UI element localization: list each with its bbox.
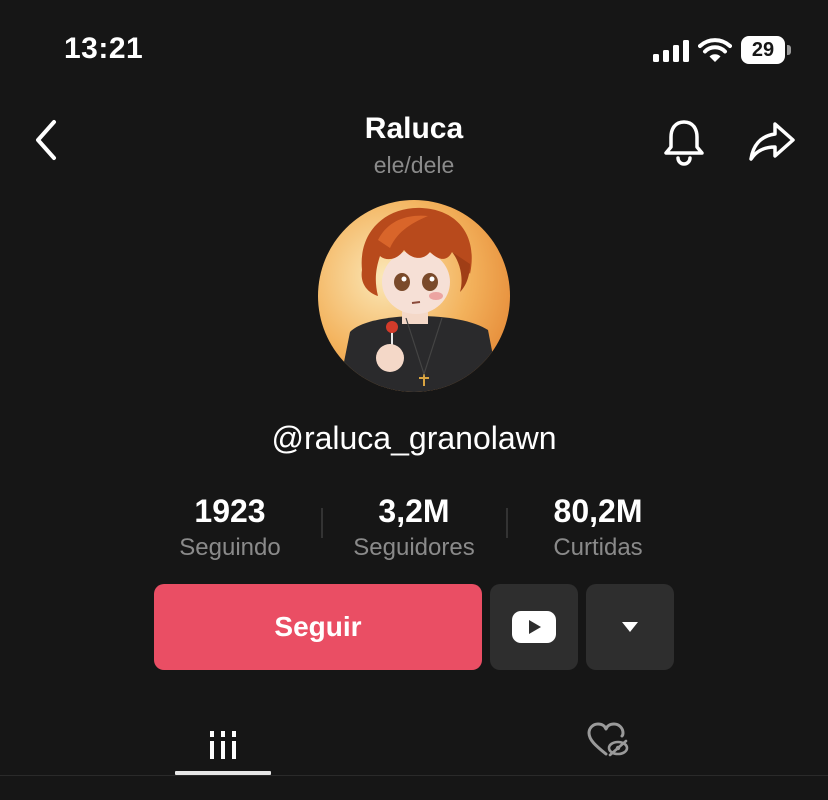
stat-following[interactable]: 1923 Seguindo	[160, 493, 300, 562]
stat-value: 3,2M	[378, 493, 450, 529]
notification-button[interactable]	[660, 116, 708, 166]
share-arrow-icon	[749, 122, 795, 161]
username: @raluca_granolawn	[271, 420, 557, 456]
stat-divider	[506, 508, 508, 538]
youtube-icon	[512, 611, 556, 643]
tab-divider-line	[0, 775, 828, 776]
battery-icon: 29	[741, 36, 791, 64]
stat-divider	[321, 508, 323, 538]
stat-label: Seguidores	[353, 534, 475, 561]
stat-label: Curtidas	[553, 534, 643, 561]
stat-followers[interactable]: 3,2M Seguidores	[334, 493, 494, 562]
tab-videos[interactable]	[175, 715, 271, 775]
stat-value: 1923	[194, 493, 266, 529]
youtube-button[interactable]	[490, 584, 578, 670]
caret-down-icon	[622, 622, 638, 632]
battery-level: 29	[751, 38, 775, 61]
wifi-icon	[698, 37, 732, 68]
stat-label: Seguindo	[179, 534, 281, 561]
status-time: 13:21	[64, 32, 144, 65]
stat-likes[interactable]: 80,2M Curtidas	[522, 493, 674, 562]
grid-bars-icon	[210, 731, 236, 759]
cellular-signal-icon	[653, 40, 689, 62]
stat-value: 80,2M	[553, 493, 643, 529]
heart-hidden-icon	[587, 722, 629, 757]
follow-button[interactable]: Seguir	[154, 584, 482, 670]
avatar-illustration	[318, 200, 510, 392]
bell-icon	[664, 120, 704, 166]
share-button[interactable]	[747, 118, 797, 164]
avatar[interactable]	[318, 200, 510, 392]
tab-liked[interactable]	[560, 710, 656, 770]
more-options-button[interactable]	[586, 584, 674, 670]
